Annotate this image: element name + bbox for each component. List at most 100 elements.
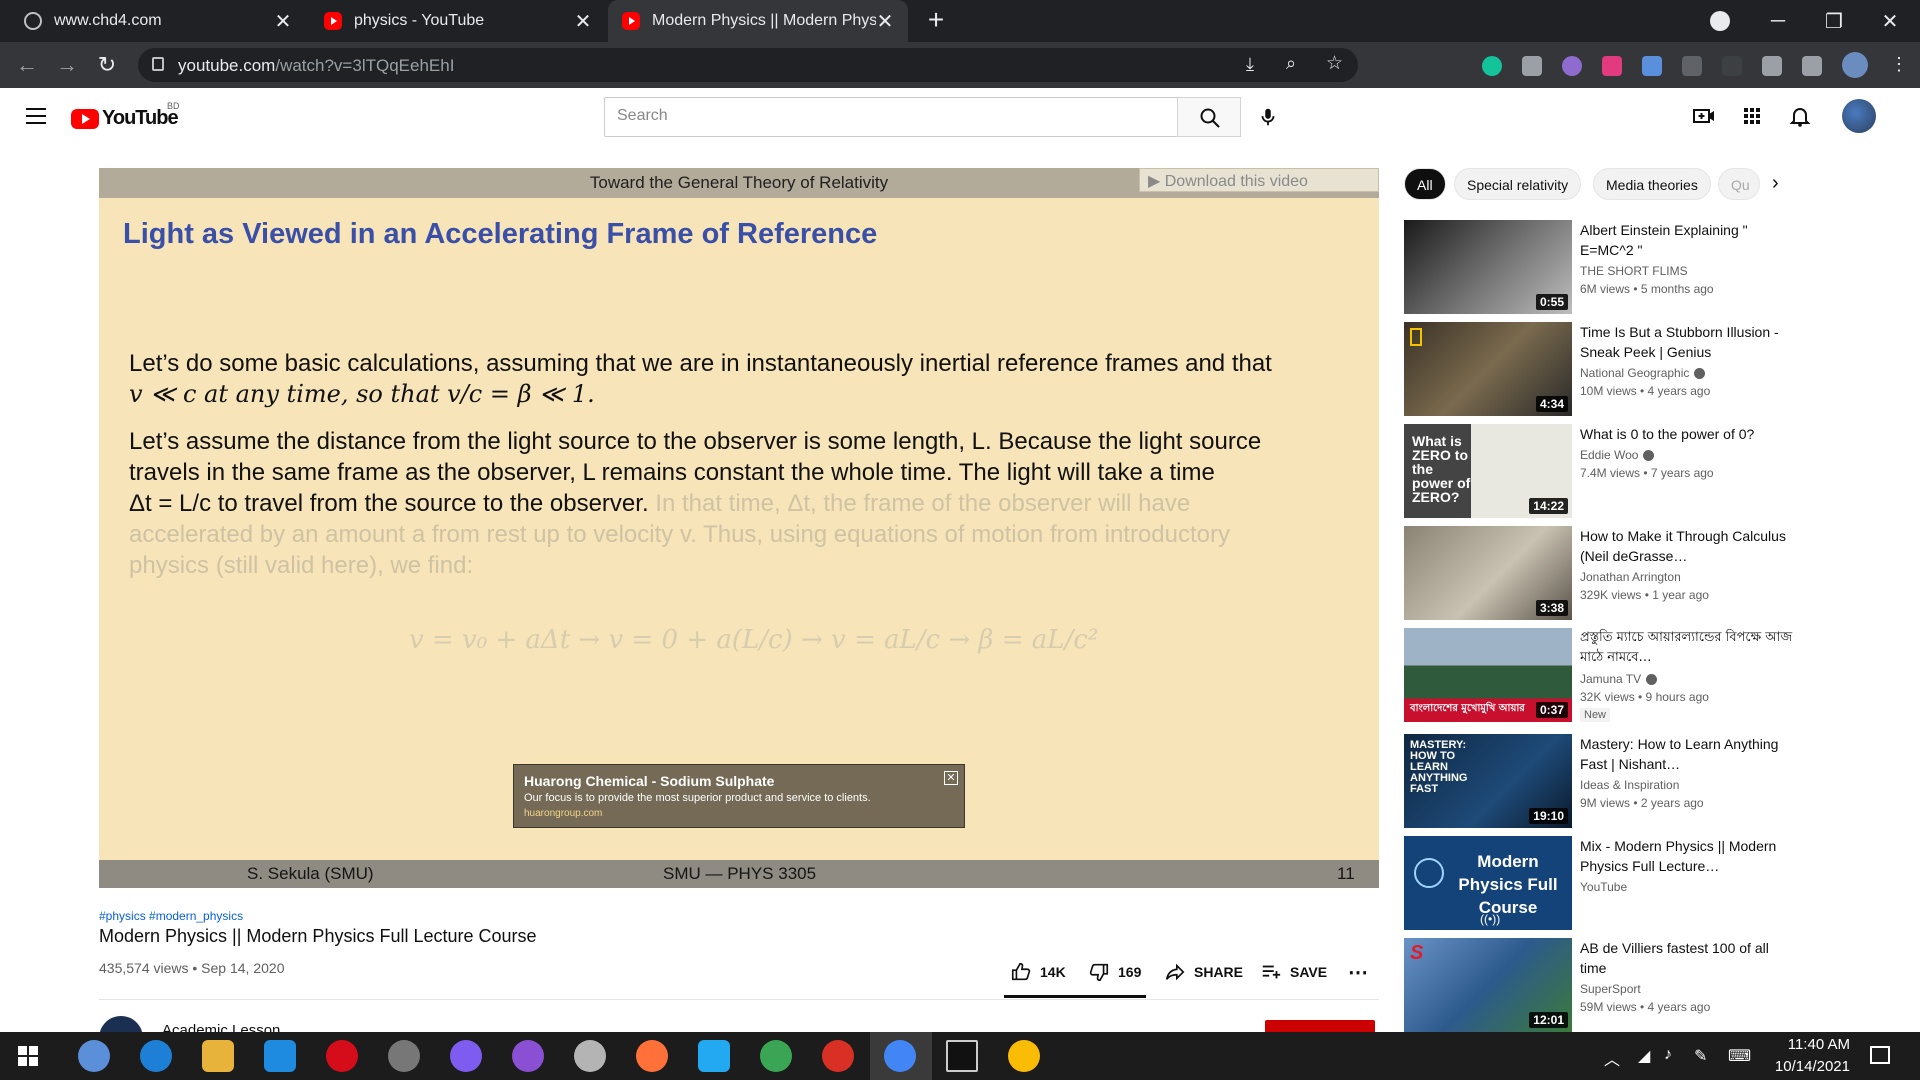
recommendation-channel[interactable]: Ideas & Inspiration: [1580, 778, 1679, 792]
video-thumbnail[interactable]: Modern Physics Full Course ((•)): [1404, 836, 1572, 930]
puzzle-extensions-icon[interactable]: [1762, 56, 1782, 76]
video-hashtags[interactable]: #physics #modern_physics: [99, 909, 243, 923]
ad-close-icon[interactable]: ✕: [944, 771, 958, 785]
chip-special-relativity[interactable]: Special relativity: [1454, 168, 1582, 200]
chip-all[interactable]: All: [1404, 168, 1446, 200]
earth-app-icon[interactable]: [760, 1040, 792, 1072]
search-button[interactable]: [1177, 97, 1241, 137]
forward-icon[interactable]: →: [52, 50, 82, 80]
windows-start-icon[interactable]: [12, 1040, 44, 1072]
recommendation-channel[interactable]: SuperSport: [1580, 982, 1641, 996]
recommendation-channel[interactable]: Jamuna TV: [1580, 672, 1658, 686]
tab-close-icon[interactable]: ✕: [876, 9, 894, 34]
tray-chevron-up-icon[interactable]: ︿: [1604, 1046, 1620, 1070]
chevron-right-icon[interactable]: ›: [1772, 172, 1779, 195]
recommendation-channel[interactable]: Jonathan Arrington: [1580, 570, 1681, 584]
satellite-app-icon[interactable]: [388, 1040, 420, 1072]
chrome-canary-icon[interactable]: [1008, 1040, 1040, 1072]
download-extension-icon[interactable]: [1642, 56, 1662, 76]
file-explorer-icon[interactable]: [202, 1040, 234, 1072]
chip-media-theories[interactable]: Media theories: [1593, 168, 1711, 200]
recommendation-title[interactable]: How to Make it Through Calculus (Neil de…: [1580, 526, 1798, 566]
menu-icon[interactable]: [26, 108, 46, 124]
new-tab-icon[interactable]: +: [920, 4, 952, 36]
recommendation-title[interactable]: Time Is But a Stubborn Illusion - Sneak …: [1580, 322, 1798, 362]
terminal-icon[interactable]: [946, 1040, 978, 1072]
browser-tab[interactable]: www.chd4.com ✕: [10, 0, 306, 42]
pen-tray-icon[interactable]: ✎: [1694, 1046, 1707, 1066]
vscode-icon[interactable]: [698, 1040, 730, 1072]
close-window-icon[interactable]: ✕: [1862, 0, 1918, 42]
recommendation-title[interactable]: Albert Einstein Explaining " E=MC^2 ": [1580, 220, 1798, 260]
recommendation-title[interactable]: Mix - Modern Physics || Modern Physics F…: [1580, 836, 1798, 876]
video-player[interactable]: Toward the General Theory of Relativity …: [99, 168, 1379, 888]
more-actions-icon[interactable]: ⋯: [1348, 960, 1368, 984]
recommendation-title[interactable]: AB de Villiers fastest 100 of all time: [1580, 938, 1798, 978]
overlay-ad[interactable]: Huarong Chemical - Sodium Sulphate Our f…: [513, 764, 965, 828]
recommendation-channel[interactable]: THE SHORT FLIMS: [1580, 264, 1688, 278]
create-video-icon[interactable]: [1692, 104, 1716, 128]
notifications-bell-icon[interactable]: [1788, 104, 1812, 128]
video-thumbnail[interactable]: 0:55: [1404, 220, 1572, 314]
dislike-button[interactable]: 169: [1088, 960, 1141, 984]
like-button[interactable]: 14K: [1010, 960, 1066, 984]
microphone-icon[interactable]: [1257, 105, 1279, 129]
download-video-button[interactable]: ▶ Download this video: [1139, 168, 1379, 192]
install-icon[interactable]: ⤓: [1246, 54, 1254, 75]
bookmark-star-icon[interactable]: ☆: [1326, 52, 1343, 75]
recommendation-item[interactable]: MASTERY: HOW TO LEARN ANYTHING FAST 19:1…: [1404, 734, 1904, 828]
recommendation-item[interactable]: বাংলাদেশের মুখোমুখি আয়ার 0:37 প্রস্তুতি…: [1404, 628, 1904, 722]
tab-close-icon[interactable]: ✕: [274, 9, 292, 34]
recommendation-channel[interactable]: YouTube: [1580, 880, 1627, 894]
extension-icon[interactable]: [1602, 56, 1622, 76]
chip-qu[interactable]: Qu: [1718, 168, 1760, 200]
recommendation-item[interactable]: S 12:01 AB de Villiers fastest 100 of al…: [1404, 938, 1904, 1032]
notifications-icon[interactable]: [1870, 1046, 1890, 1064]
volume-icon[interactable]: ♪: [1664, 1046, 1672, 1064]
reading-list-icon[interactable]: [1802, 56, 1822, 76]
extension-icon[interactable]: [1682, 56, 1702, 76]
browser-menu-icon[interactable]: ⋮: [1890, 54, 1908, 75]
browser-tab-active[interactable]: Modern Physics || Modern Physic ✕: [608, 0, 908, 42]
qbittorrent-icon[interactable]: [78, 1040, 110, 1072]
apps-grid-icon[interactable]: [1740, 104, 1764, 128]
pen-extension-icon[interactable]: [1722, 56, 1742, 76]
chrome-icon[interactable]: [884, 1040, 916, 1072]
chrome-icon[interactable]: [822, 1040, 854, 1072]
youtube-logo[interactable]: YouTube BD: [71, 101, 180, 130]
camera-extension-icon[interactable]: [1522, 56, 1542, 76]
share-button[interactable]: SHARE: [1164, 960, 1243, 984]
video-thumbnail[interactable]: 4:34: [1404, 322, 1572, 416]
profile-avatar-icon[interactable]: [1842, 52, 1868, 78]
messenger-icon[interactable]: [450, 1040, 482, 1072]
restore-icon[interactable]: ❐: [1806, 0, 1862, 42]
search-input[interactable]: Search: [604, 97, 1178, 137]
recommendation-title[interactable]: Mastery: How to Learn Anything Fast | Ni…: [1580, 734, 1798, 774]
recommendation-item[interactable]: What is ZERO to the power of ZERO? 14:22…: [1404, 424, 1904, 518]
firefox-icon[interactable]: [636, 1040, 668, 1072]
video-thumbnail[interactable]: S 12:01: [1404, 938, 1572, 1032]
edge-icon[interactable]: [140, 1040, 172, 1072]
tab-search-icon[interactable]: [1710, 11, 1730, 31]
save-button[interactable]: SAVE: [1260, 960, 1327, 984]
ad-domain[interactable]: huarongroup.com: [524, 808, 954, 819]
address-bar[interactable]: youtube.com/watch?v=3lTQqEehEhI ⤓ ⌕ ☆: [138, 48, 1358, 82]
network-icon[interactable]: ◢: [1638, 1046, 1650, 1066]
recommendation-item[interactable]: 3:38 How to Make it Through Calculus (Ne…: [1404, 526, 1904, 620]
opera-icon[interactable]: [326, 1040, 358, 1072]
recommendation-channel[interactable]: National Geographic: [1580, 366, 1706, 380]
mail-icon[interactable]: [264, 1040, 296, 1072]
grammarly-extension-icon[interactable]: [1482, 56, 1502, 76]
paint-icon[interactable]: [574, 1040, 606, 1072]
video-thumbnail[interactable]: বাংলাদেশের মুখোমুখি আয়ার 0:37: [1404, 628, 1572, 722]
tab-close-icon[interactable]: ✕: [574, 9, 592, 34]
recommendation-title[interactable]: What is 0 to the power of 0?: [1580, 424, 1798, 444]
browser-tab[interactable]: physics - YouTube ✕: [310, 0, 606, 42]
taskbar-clock[interactable]: 11:40 AM 10/14/2021: [1775, 1034, 1850, 1078]
recommendation-title[interactable]: প্রস্তুতি ম্যাচে আয়ারল্যান্ডের বিপক্ষে …: [1580, 628, 1798, 668]
video-thumbnail[interactable]: MASTERY: HOW TO LEARN ANYTHING FAST 19:1…: [1404, 734, 1572, 828]
recommendation-channel[interactable]: Eddie Woo: [1580, 448, 1655, 462]
recommendation-item[interactable]: Modern Physics Full Course ((•)) Mix - M…: [1404, 836, 1904, 930]
extension-icon[interactable]: [1562, 56, 1582, 76]
video-thumbnail[interactable]: What is ZERO to the power of ZERO? 14:22: [1404, 424, 1572, 518]
